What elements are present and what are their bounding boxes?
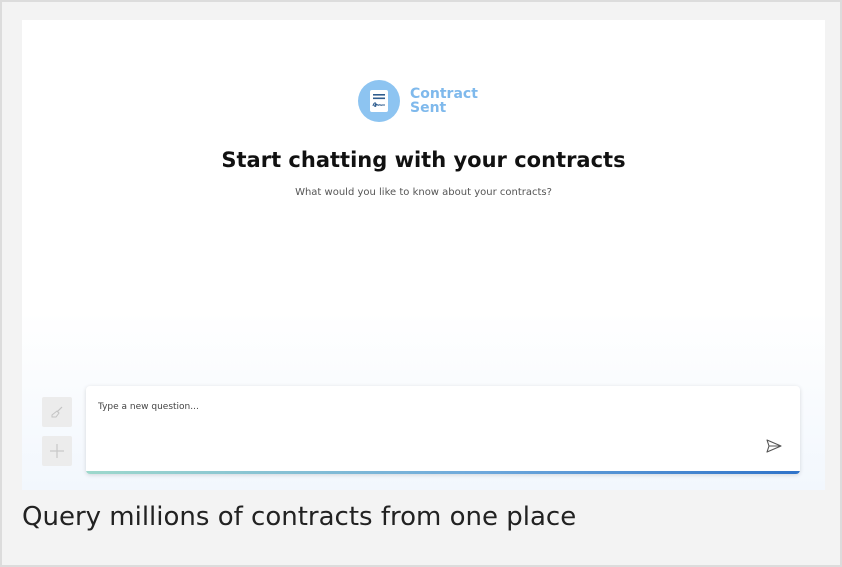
caption-text: Query millions of contracts from one pla… [22, 502, 577, 532]
broom-icon [51, 406, 63, 418]
send-icon [766, 439, 782, 453]
brand-name: Contract Sent [410, 87, 478, 115]
brand-name-line1: Contract [410, 86, 478, 102]
brand-logo: Contract Sent [358, 78, 478, 124]
input-accent-bar [86, 471, 800, 474]
question-input[interactable] [98, 398, 698, 416]
brand-name-line2: Sent [410, 100, 447, 116]
contract-document-icon [358, 80, 400, 122]
send-button[interactable] [764, 436, 784, 456]
question-input-box [86, 386, 800, 474]
new-chat-button[interactable] [42, 436, 72, 466]
screenshot-frame: Contract Sent Start chatting with your c… [0, 0, 842, 567]
clear-chat-button[interactable] [42, 397, 72, 427]
chat-panel: Contract Sent Start chatting with your c… [22, 20, 825, 490]
page-title: Start chatting with your contracts [221, 148, 626, 172]
page-subtitle: What would you like to know about your c… [295, 187, 552, 198]
plus-icon [50, 444, 64, 458]
